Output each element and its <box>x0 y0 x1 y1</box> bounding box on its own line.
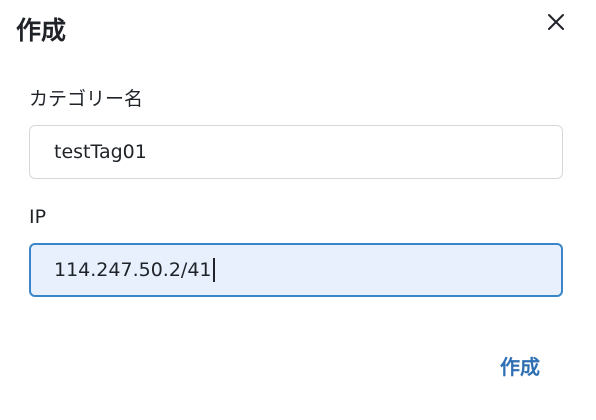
category-name-input[interactable]: testTag01 <box>29 125 563 179</box>
ip-value: 114.247.50.2/41 <box>54 259 212 281</box>
category-name-label: カテゴリー名 <box>29 88 144 110</box>
ip-label: IP <box>29 206 47 228</box>
create-button[interactable]: 作成 <box>488 347 552 383</box>
text-caret <box>212 258 215 282</box>
create-dialog: 作成 カテゴリー名 testTag01 IP 114.247.50.2/41 作… <box>0 0 596 420</box>
category-name-value: testTag01 <box>54 141 147 163</box>
close-button[interactable] <box>540 6 572 38</box>
dialog-title: 作成 <box>16 16 67 45</box>
close-icon <box>548 14 564 30</box>
ip-input[interactable]: 114.247.50.2/41 <box>29 243 563 297</box>
